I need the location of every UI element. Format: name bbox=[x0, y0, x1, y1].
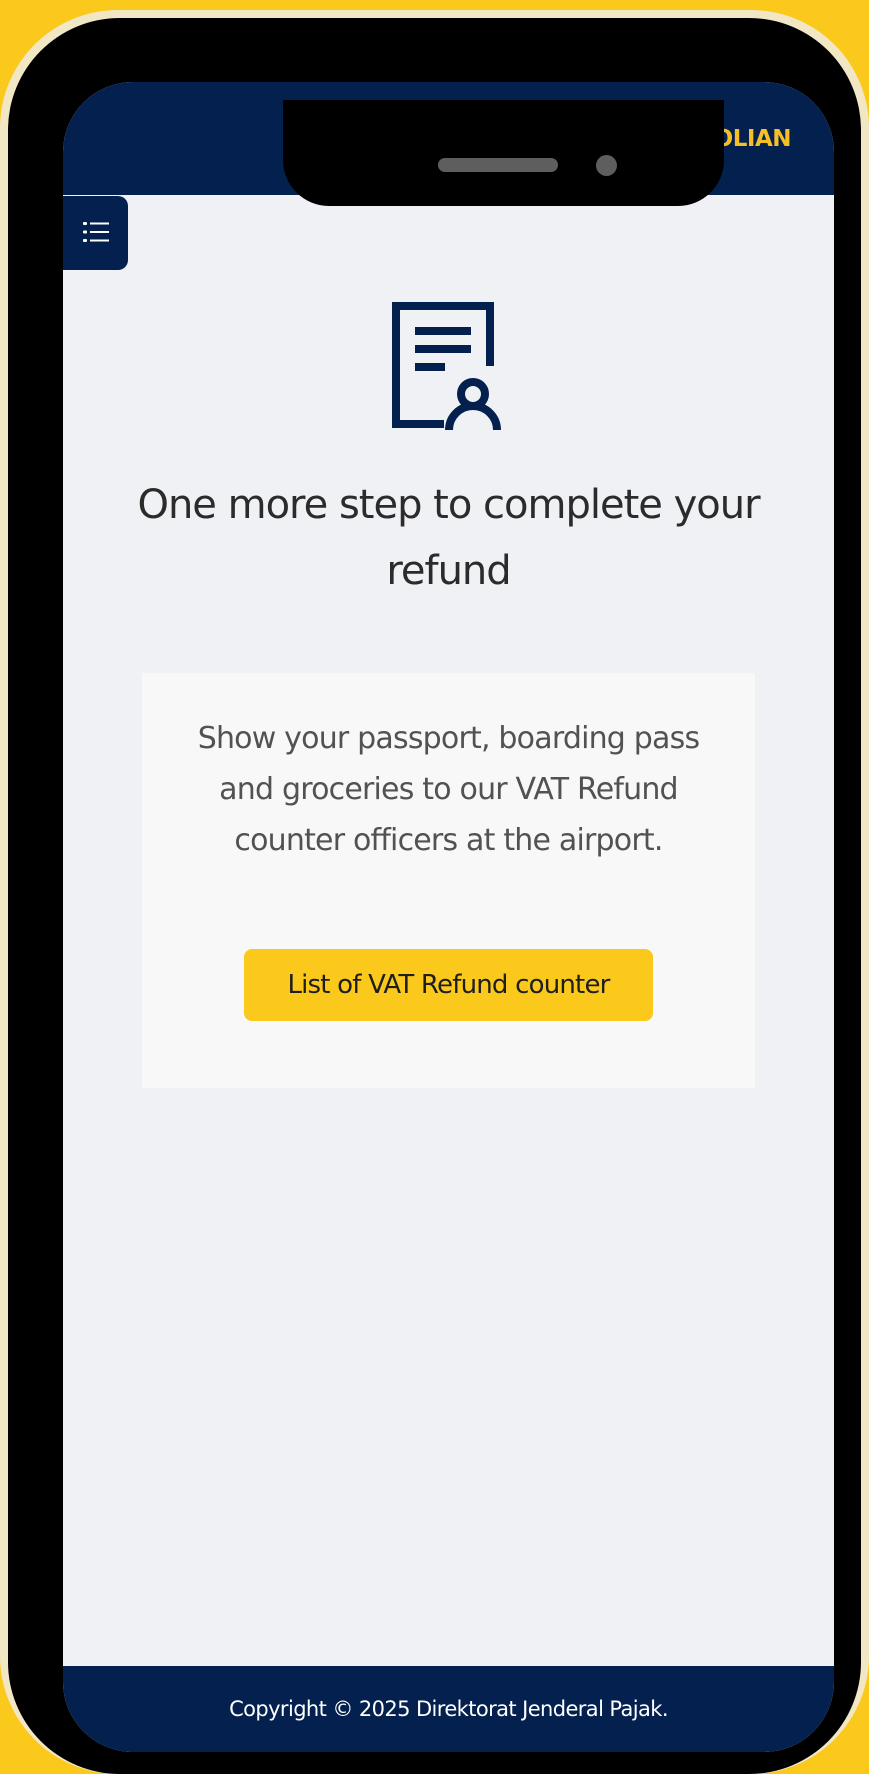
instruction-text: Show your passport, boarding pass and gr… bbox=[197, 721, 700, 858]
page-title: One more step to complete your refund bbox=[137, 482, 760, 594]
list-icon bbox=[82, 221, 109, 246]
copyright-text: Copyright © 2025 Direktorat Jenderal Paj… bbox=[229, 1697, 668, 1721]
vat-refund-counter-list-button[interactable]: List of VAT Refund counter bbox=[244, 949, 653, 1021]
phone-body: FU BOLIAN bbox=[8, 18, 861, 1774]
speaker-grille bbox=[438, 158, 558, 172]
info-card: Show your passport, boarding pass and gr… bbox=[142, 673, 755, 1088]
menu-toggle-button[interactable] bbox=[63, 196, 128, 270]
phone-notch bbox=[283, 100, 724, 206]
app-footer: Copyright © 2025 Direktorat Jenderal Paj… bbox=[63, 1666, 834, 1752]
document-user-icon bbox=[392, 302, 503, 432]
camera-lens bbox=[596, 155, 617, 176]
app-screen: FU BOLIAN bbox=[63, 82, 834, 1752]
